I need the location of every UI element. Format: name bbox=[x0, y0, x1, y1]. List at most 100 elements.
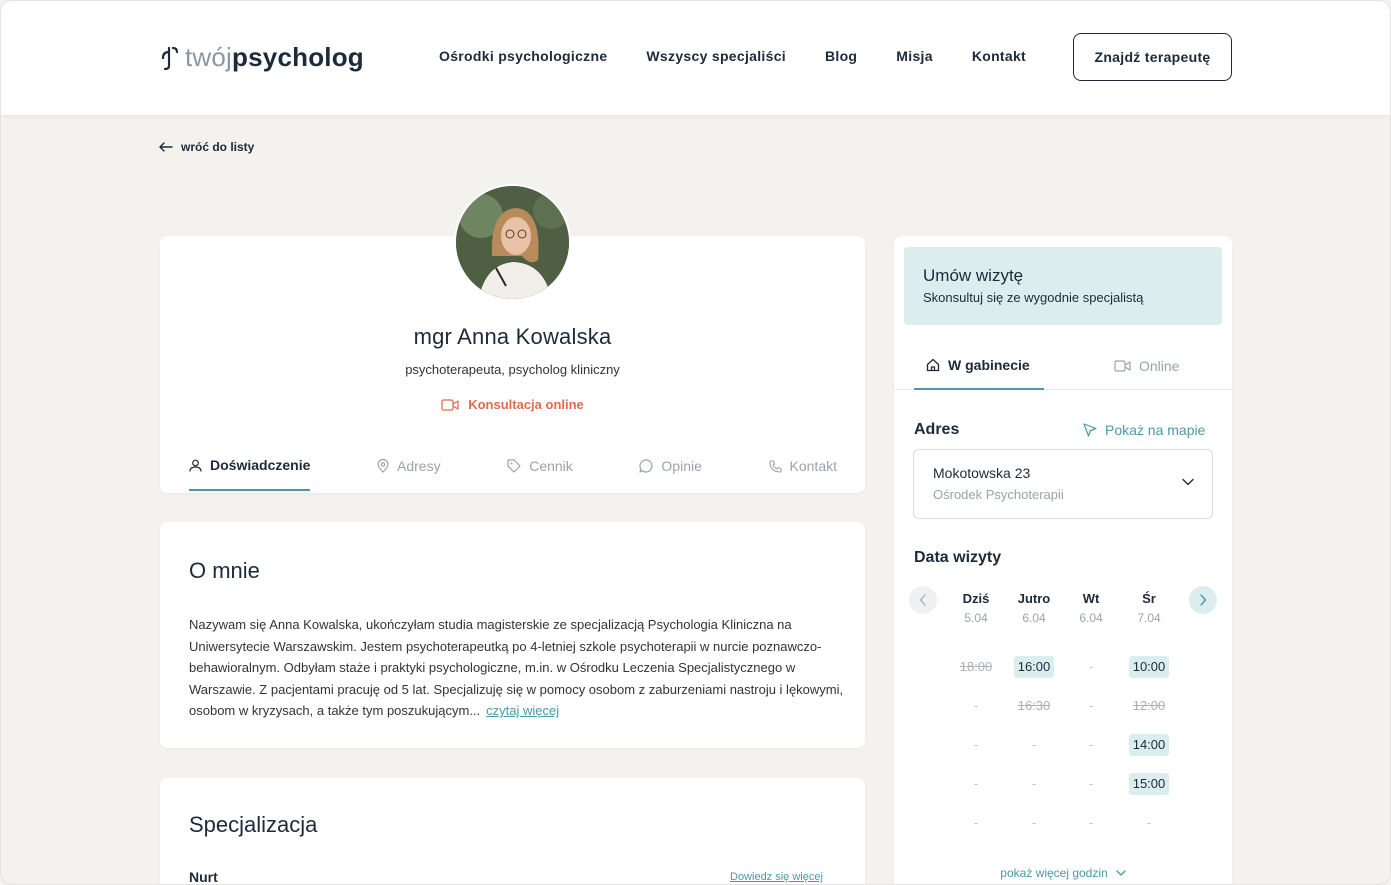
day-name: Wt bbox=[1082, 591, 1100, 606]
time-slot[interactable]: 14:00 bbox=[1120, 734, 1178, 756]
day-date: 7.04 bbox=[1137, 611, 1161, 625]
logo[interactable]: twój psycholog bbox=[159, 39, 364, 75]
logo-text-bold: psycholog bbox=[232, 41, 364, 72]
tab-contact[interactable]: Kontakt bbox=[768, 457, 837, 491]
tab-pricing-label: Cennik bbox=[529, 458, 573, 474]
day-column-header: Dziś 5.04 bbox=[947, 591, 1005, 625]
time-slot: - bbox=[947, 734, 1005, 756]
online-consultation-label: Konsultacja online bbox=[468, 397, 584, 412]
chevron-down-icon bbox=[1182, 478, 1194, 486]
nav-link-centers[interactable]: Ośrodki psychologiczne bbox=[439, 48, 607, 64]
time-slot-label: - bbox=[973, 776, 979, 791]
day-name: Śr bbox=[1142, 591, 1156, 606]
day-date: 6.04 bbox=[1022, 611, 1046, 625]
find-therapist-button[interactable]: Znajdź terapeutę bbox=[1073, 33, 1232, 81]
time-slot-label: 12:00 bbox=[1132, 698, 1166, 713]
tab-in-office-label: W gabinecie bbox=[948, 357, 1030, 373]
online-consultation-badge: Konsultacja online bbox=[160, 397, 865, 412]
tab-online[interactable]: Online bbox=[1114, 354, 1179, 390]
booking-card: Umów wizytę Skonsultuj się ze wygodnie s… bbox=[894, 236, 1232, 884]
time-slot-label: - bbox=[1088, 698, 1094, 713]
home-icon bbox=[926, 358, 940, 372]
time-slot: - bbox=[1062, 812, 1120, 834]
nav-link-blog[interactable]: Blog bbox=[825, 48, 857, 64]
time-slot: - bbox=[1120, 812, 1178, 834]
map-pin-icon bbox=[377, 459, 389, 473]
profile-tabs: Doświadczenie Adresy Cennik Opinie Konta… bbox=[189, 457, 837, 491]
day-column-header: Śr 7.04 bbox=[1120, 591, 1178, 625]
time-slot-label: - bbox=[973, 737, 979, 752]
tab-experience-label: Doświadczenie bbox=[210, 457, 311, 473]
address-heading: Adres bbox=[914, 421, 960, 438]
time-slot: - bbox=[947, 812, 1005, 834]
tab-reviews-label: Opinie bbox=[661, 458, 702, 474]
time-slot-label: - bbox=[1146, 815, 1152, 830]
show-on-map-link[interactable]: Pokaż na mapie bbox=[1083, 422, 1205, 438]
time-slot-label: 18:00 bbox=[959, 659, 993, 674]
site-header: twój psycholog Ośrodki psychologiczne Wsz… bbox=[1, 1, 1390, 115]
address-select[interactable]: Mokotowska 23 Ośrodek Psychoterapii bbox=[913, 449, 1213, 519]
day-date: 5.04 bbox=[964, 611, 988, 625]
time-slot: - bbox=[947, 773, 1005, 795]
read-more-link[interactable]: czytaj więcej bbox=[486, 703, 559, 718]
time-slot-label: - bbox=[1031, 776, 1037, 791]
video-camera-icon bbox=[1114, 360, 1131, 372]
time-slot[interactable]: 10:00 bbox=[1120, 656, 1178, 678]
tab-reviews[interactable]: Opinie bbox=[639, 457, 702, 491]
previous-days-button[interactable] bbox=[909, 586, 937, 614]
chevron-down-icon bbox=[1116, 870, 1126, 876]
tab-experience[interactable]: Doświadczenie bbox=[189, 457, 311, 491]
time-slot-label: 10:00 bbox=[1128, 656, 1170, 678]
nav-link-mission[interactable]: Misja bbox=[896, 48, 933, 64]
time-slot-label: - bbox=[973, 815, 979, 830]
address-center: Ośrodek Psychoterapii bbox=[933, 487, 1064, 502]
show-more-hours-link[interactable]: pokaż więcej godzin bbox=[894, 866, 1232, 880]
day-column-header: Jutro 6.04 bbox=[1005, 591, 1063, 625]
back-to-list-link[interactable]: wróć do listy bbox=[159, 140, 254, 154]
tab-online-label: Online bbox=[1139, 358, 1180, 374]
back-label: wróć do listy bbox=[181, 140, 255, 154]
avatar bbox=[454, 184, 571, 301]
tab-pricing[interactable]: Cennik bbox=[507, 457, 573, 491]
time-slot-label: - bbox=[1088, 737, 1094, 752]
about-text: Nazywam się Anna Kowalska, ukończyłam st… bbox=[189, 614, 849, 722]
specialist-role: psychoterapeuta, psycholog kliniczny bbox=[405, 362, 620, 377]
time-slot-label: 16:00 bbox=[1013, 656, 1055, 678]
time-slot[interactable]: 16:00 bbox=[1005, 656, 1063, 678]
main-nav: Ośrodki psychologiczne Wszyscy specjaliś… bbox=[439, 48, 1065, 64]
time-slot: 12:00 bbox=[1120, 695, 1178, 717]
time-slot-label: 14:00 bbox=[1128, 734, 1170, 756]
nav-link-specialists[interactable]: Wszyscy specjaliści bbox=[646, 48, 786, 64]
show-on-map-label: Pokaż na mapie bbox=[1105, 422, 1206, 438]
about-title: O mnie bbox=[189, 558, 260, 583]
time-slot-label: - bbox=[1088, 776, 1094, 791]
arrow-left-icon bbox=[159, 142, 173, 152]
phone-icon bbox=[768, 459, 782, 473]
chevron-right-icon bbox=[1200, 594, 1207, 606]
time-slot: - bbox=[1005, 773, 1063, 795]
specialization-title: Specjalizacja bbox=[189, 812, 318, 837]
show-more-hours-label: pokaż więcej godzin bbox=[1000, 866, 1108, 880]
booking-subtitle: Skonsultuj się ze wygodnie specjalistą bbox=[923, 290, 1144, 305]
tab-addresses[interactable]: Adresy bbox=[377, 457, 441, 491]
user-icon bbox=[189, 459, 202, 472]
time-slot[interactable]: 15:00 bbox=[1120, 773, 1178, 795]
visit-type-tabs: W gabinecie Online bbox=[894, 354, 1232, 390]
time-slot-label: - bbox=[973, 698, 979, 713]
specialization-card: Specjalizacja Nurt Dowiedz się więcej bbox=[160, 778, 865, 884]
time-slot-label: - bbox=[1088, 815, 1094, 830]
day-name: Jutro bbox=[1017, 591, 1051, 606]
booking-header: Umów wizytę Skonsultuj się ze wygodnie s… bbox=[904, 247, 1222, 325]
time-slot-label: 15:00 bbox=[1128, 773, 1170, 795]
navigation-arrow-icon bbox=[1083, 423, 1097, 437]
day-column-header: Wt 6.04 bbox=[1062, 591, 1120, 625]
specialist-name: mgr Anna Kowalska bbox=[413, 324, 612, 349]
time-slot-label: - bbox=[1031, 815, 1037, 830]
learn-more-link[interactable]: Dowiedz się więcej bbox=[730, 871, 823, 883]
tab-in-office[interactable]: W gabinecie bbox=[914, 354, 1044, 390]
nav-link-contact[interactable]: Kontakt bbox=[972, 48, 1026, 64]
time-slot: 16:30 bbox=[1005, 695, 1063, 717]
avatar-photo bbox=[456, 186, 569, 299]
chevron-left-icon bbox=[919, 594, 926, 606]
next-days-button[interactable] bbox=[1189, 586, 1217, 614]
